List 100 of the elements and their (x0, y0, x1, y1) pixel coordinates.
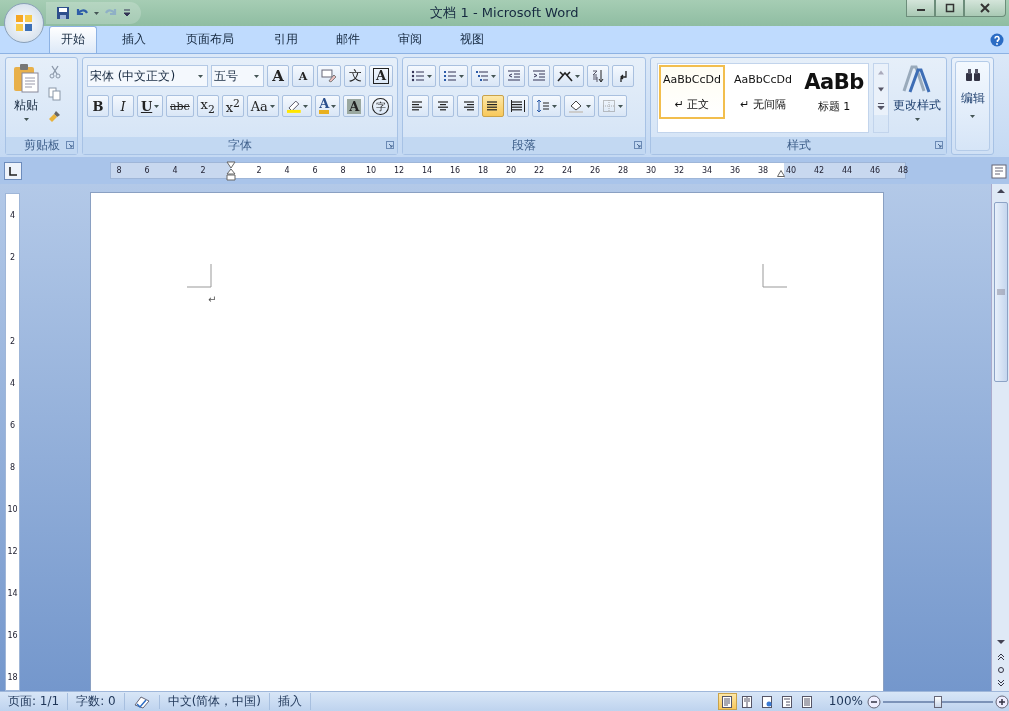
highlight-button[interactable] (281, 95, 313, 117)
align-button[interactable] (407, 95, 429, 117)
zoom-out-icon[interactable] (867, 694, 881, 709)
ribbon-tab[interactable]: 页面布局 (165, 26, 255, 53)
align-button[interactable] (457, 95, 479, 117)
customize-icon[interactable] (123, 9, 131, 17)
document-page[interactable]: ↵ (90, 192, 884, 691)
office-button[interactable] (4, 3, 44, 43)
ribbon-tab[interactable]: 邮件 (317, 26, 379, 53)
ruler-number: 18 (477, 166, 489, 175)
word-count[interactable]: 字数: 0 (68, 693, 125, 710)
dialog-launcher-icon[interactable] (386, 141, 394, 149)
italic-button[interactable]: I (112, 95, 134, 117)
ruler-number: 34 (701, 166, 713, 175)
caret-icon (552, 104, 557, 108)
brush-icon[interactable] (48, 109, 62, 123)
ribbon-tab[interactable]: 审阅 (379, 26, 441, 53)
align-button[interactable] (432, 95, 454, 117)
caret-icon (914, 118, 920, 121)
zoom-in-icon[interactable] (995, 694, 1009, 709)
subscript-button[interactable]: x$_{2}$ (196, 95, 219, 117)
multilevel-list-button[interactable] (471, 65, 500, 87)
style-item[interactable]: AaBbCcDd ↵ 正文 (659, 65, 725, 119)
ruler-number: 8 (340, 166, 346, 175)
ribbon-tab[interactable]: 插入 (103, 26, 165, 53)
line-spacing-button[interactable] (532, 95, 561, 117)
show-marks-button[interactable] (612, 65, 634, 87)
ruler-number: 4 (172, 166, 178, 175)
help-icon[interactable] (990, 32, 1004, 47)
sort-button[interactable] (587, 65, 609, 87)
shrink-font-button[interactable]: A (292, 65, 315, 87)
zoom-slider-thumb[interactable] (934, 695, 942, 708)
language-status[interactable]: 中文(简体，中国) (159, 693, 271, 710)
char-shading-button[interactable]: A (343, 95, 366, 117)
dialog-launcher-icon[interactable] (634, 141, 642, 149)
align-button[interactable] (507, 95, 529, 117)
shading-button[interactable] (564, 95, 595, 117)
group-label: 样式 (786, 137, 811, 154)
font-color-button[interactable]: A (315, 95, 341, 117)
indent-marker-icon[interactable] (226, 161, 236, 181)
decrease-indent-button[interactable] (503, 65, 525, 87)
char-border-button[interactable]: A (369, 65, 393, 87)
underline-button[interactable]: U (137, 95, 164, 117)
change-styles-button[interactable]: 更改样式 (893, 63, 941, 133)
paste-button[interactable]: 粘贴 (10, 63, 42, 137)
insert-mode-status[interactable]: 插入 (270, 693, 312, 710)
clear-format-button[interactable] (317, 65, 341, 87)
ruler-number: 40 (785, 166, 797, 175)
phonetic-guide-button[interactable]: 文 (344, 65, 366, 87)
font-size-dropdown[interactable]: 五号 (211, 65, 265, 87)
close-button[interactable] (964, 0, 1006, 17)
asian-layout-button[interactable] (553, 65, 584, 87)
view-ruler-icon[interactable] (991, 162, 1007, 179)
ribbon-tab[interactable]: 引用 (255, 26, 317, 53)
ruler-number: 2 (256, 166, 262, 175)
grow-font-button[interactable]: A (267, 65, 290, 87)
close-icon (980, 3, 990, 13)
tab-stop-icon[interactable] (4, 161, 22, 180)
ruler-number: 6 (312, 166, 318, 175)
dialog-launcher-icon[interactable] (66, 141, 74, 149)
caret-icon (427, 74, 432, 78)
maximize-button[interactable] (935, 0, 964, 17)
margin-corner-icon (187, 264, 212, 288)
binoculars-icon (964, 68, 981, 82)
ruler-number: 48 (897, 166, 909, 175)
view-button[interactable] (717, 693, 737, 710)
strikethrough-button[interactable]: abc (166, 95, 194, 117)
page-count[interactable]: 页面: 1/1 (0, 693, 69, 710)
change-case-button[interactable]: Aa (246, 95, 279, 117)
align-button[interactable] (482, 95, 504, 117)
save-icon[interactable] (56, 6, 70, 20)
minimize-button[interactable] (906, 0, 935, 17)
group-label: 段落 (512, 137, 536, 154)
increase-indent-button[interactable] (528, 65, 550, 87)
eraser-icon (321, 69, 337, 83)
superscript-button[interactable]: x$^{2}$ (221, 95, 244, 117)
ruler-number: 2 (9, 336, 16, 346)
right-indent-icon[interactable] (777, 170, 785, 177)
zoom-slider[interactable] (883, 694, 993, 709)
ruler-number: 6 (144, 166, 150, 175)
enclose-char-button[interactable]: 字 (368, 95, 393, 117)
ribbon-tab[interactable]: 开始 (49, 26, 97, 53)
caret-icon (970, 115, 975, 118)
ruler-number: 32 (673, 166, 685, 175)
bold-button[interactable]: B (87, 95, 109, 117)
caret-icon[interactable] (94, 11, 99, 15)
indent-icon (532, 69, 546, 83)
align-icon (411, 100, 425, 112)
more-icon[interactable] (874, 98, 888, 115)
bullets-button[interactable] (407, 65, 436, 87)
dialog-launcher-icon[interactable] (935, 141, 943, 149)
vertical-scrollbar[interactable] (991, 184, 1009, 691)
editing-button[interactable]: 编辑 (955, 61, 990, 151)
ribbon-tab[interactable]: 视图 (441, 26, 503, 53)
caret-icon (491, 74, 496, 78)
numbering-button[interactable] (439, 65, 468, 87)
ruler-number: 6 (9, 420, 16, 430)
scrollbar-thumb[interactable] (993, 202, 1008, 382)
zoom-level[interactable]: 100% (824, 693, 867, 710)
font-name-dropdown[interactable]: 宋体 (中文正文) (87, 65, 209, 87)
